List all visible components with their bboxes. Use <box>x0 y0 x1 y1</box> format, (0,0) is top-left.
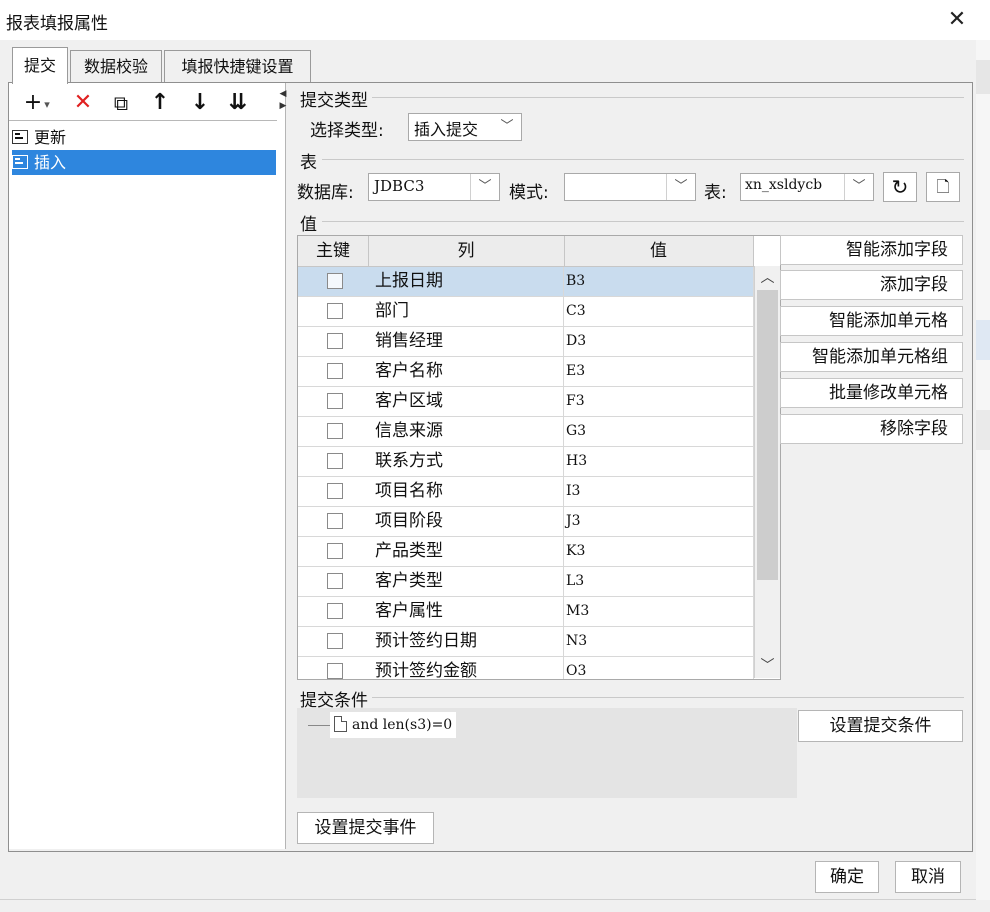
document-icon <box>334 716 347 732</box>
batch-modify-cell-button[interactable]: 批量修改单元格 <box>780 378 963 408</box>
header-key[interactable]: 主键 <box>298 236 369 266</box>
table-scrollbar[interactable]: ︿ ﹀ <box>754 266 780 678</box>
table-row[interactable]: 上报日期 B3 <box>298 267 754 297</box>
primary-key-checkbox[interactable] <box>327 453 343 469</box>
table-row[interactable]: 客户名称 E3 <box>298 357 754 387</box>
primary-key-checkbox[interactable] <box>327 393 343 409</box>
primary-key-checkbox[interactable] <box>327 423 343 439</box>
form-icon <box>12 130 28 144</box>
section-divider <box>322 221 964 222</box>
table-row[interactable]: 客户区域 F3 <box>298 387 754 417</box>
background-window-edge <box>976 40 990 912</box>
table-select[interactable]: xn_xsldycb ﹀ <box>740 173 874 201</box>
scrollbar-thumb[interactable] <box>757 290 778 580</box>
table-section-title: 表 <box>300 153 317 173</box>
title-bar <box>0 0 990 40</box>
set-event-button[interactable]: 设置提交事件 <box>297 812 434 844</box>
values-section-title: 值 <box>300 215 317 235</box>
tree-item-insert[interactable]: 插入 <box>12 150 276 175</box>
table-row[interactable]: 预计签约金额 O3 <box>298 657 754 679</box>
select-type-label: 选择类型: <box>310 121 384 141</box>
primary-key-checkbox[interactable] <box>327 363 343 379</box>
section-divider <box>372 697 964 698</box>
table-row[interactable]: 销售经理 D3 <box>298 327 754 357</box>
tab-shortcut-settings[interactable]: 填报快捷键设置 <box>164 50 311 83</box>
primary-key-checkbox[interactable] <box>327 573 343 589</box>
window-title: 报表填报属性 <box>6 14 108 34</box>
primary-key-checkbox[interactable] <box>327 603 343 619</box>
delete-icon[interactable]: ✕ <box>70 88 96 118</box>
table-header: 主键 列 值 <box>298 236 754 267</box>
primary-key-checkbox[interactable] <box>327 303 343 319</box>
tree-item-update[interactable]: 更新 <box>12 125 276 150</box>
schema-label: 模式: <box>509 183 549 203</box>
tab-submit[interactable]: 提交 <box>12 47 68 84</box>
condition-node[interactable]: and len(s3)=0 <box>330 712 457 738</box>
table-row[interactable]: 联系方式 H3 <box>298 447 754 477</box>
chevron-down-icon: ﹀ <box>666 174 695 200</box>
move-bottom-icon[interactable]: ⇊ <box>225 88 251 118</box>
cancel-button[interactable]: 取消 <box>895 861 961 893</box>
smart-add-cell-group-button[interactable]: 智能添加单元格组 <box>780 342 963 372</box>
smart-add-field-button[interactable]: 智能添加字段 <box>780 235 963 265</box>
primary-key-checkbox[interactable] <box>327 663 343 679</box>
ok-button[interactable]: 确定 <box>815 861 879 893</box>
table-row[interactable]: 产品类型 K3 <box>298 537 754 567</box>
primary-key-checkbox[interactable] <box>327 633 343 649</box>
submit-list-pane <box>9 83 286 849</box>
primary-key-checkbox[interactable] <box>327 513 343 529</box>
section-divider <box>372 97 964 98</box>
smart-add-cell-button[interactable]: 智能添加单元格 <box>780 306 963 336</box>
preview-button[interactable]: 🗋 <box>926 172 960 202</box>
section-divider <box>322 159 964 160</box>
database-label: 数据库: <box>297 183 354 203</box>
header-value[interactable]: 值 <box>564 236 754 266</box>
header-column[interactable]: 列 <box>368 236 565 266</box>
chevron-down-icon: ﹀ <box>470 174 499 200</box>
values-table: 主键 列 值 上报日期 B3 部门 C3 销售经理 D3 客户名称 E3 客户区… <box>297 235 781 680</box>
add-field-button[interactable]: 添加字段 <box>780 270 963 300</box>
background-window-edge <box>0 900 990 912</box>
move-up-icon[interactable]: ↑ <box>147 88 173 118</box>
schema-select[interactable]: ﹀ <box>564 173 696 201</box>
close-icon[interactable]: ✕ <box>942 6 972 34</box>
chevron-down-icon: ﹀ <box>500 119 514 134</box>
refresh-button[interactable]: ↻ <box>883 172 917 202</box>
copy-icon[interactable]: ⧉ <box>108 88 134 118</box>
set-condition-button[interactable]: 设置提交条件 <box>798 710 963 742</box>
move-down-icon[interactable]: ↓ <box>187 88 213 118</box>
scroll-down-icon[interactable]: ﹀ <box>755 654 780 678</box>
submit-type-title: 提交类型 <box>300 91 368 111</box>
tab-data-validation[interactable]: 数据校验 <box>70 50 162 83</box>
primary-key-checkbox[interactable] <box>327 543 343 559</box>
splitter-handle[interactable]: ◀ ▶ <box>279 88 287 148</box>
remove-field-button[interactable]: 移除字段 <box>780 414 963 444</box>
form-icon <box>12 155 28 169</box>
table-row[interactable]: 项目名称 I3 <box>298 477 754 507</box>
refresh-icon: ↻ <box>891 175 909 199</box>
table-row[interactable]: 部门 C3 <box>298 297 754 327</box>
table-label: 表: <box>704 183 727 203</box>
table-row[interactable]: 预计签约日期 N3 <box>298 627 754 657</box>
toolbar-divider <box>9 120 277 121</box>
chevron-down-icon: ﹀ <box>844 174 873 200</box>
add-dropdown-icon[interactable]: ▾ <box>41 90 53 120</box>
submit-type-select[interactable]: 插入提交 ﹀ <box>408 113 522 141</box>
table-row[interactable]: 客户类型 L3 <box>298 567 754 597</box>
primary-key-checkbox[interactable] <box>327 483 343 499</box>
database-select[interactable]: JDBC3 ﹀ <box>368 173 500 201</box>
primary-key-checkbox[interactable] <box>327 273 343 289</box>
table-row[interactable]: 信息来源 G3 <box>298 417 754 447</box>
scroll-up-icon[interactable]: ︿ <box>755 266 780 290</box>
table-row[interactable]: 客户属性 M3 <box>298 597 754 627</box>
table-row[interactable]: 项目阶段 J3 <box>298 507 754 537</box>
search-document-icon: 🗋 <box>936 177 950 196</box>
primary-key-checkbox[interactable] <box>327 333 343 349</box>
